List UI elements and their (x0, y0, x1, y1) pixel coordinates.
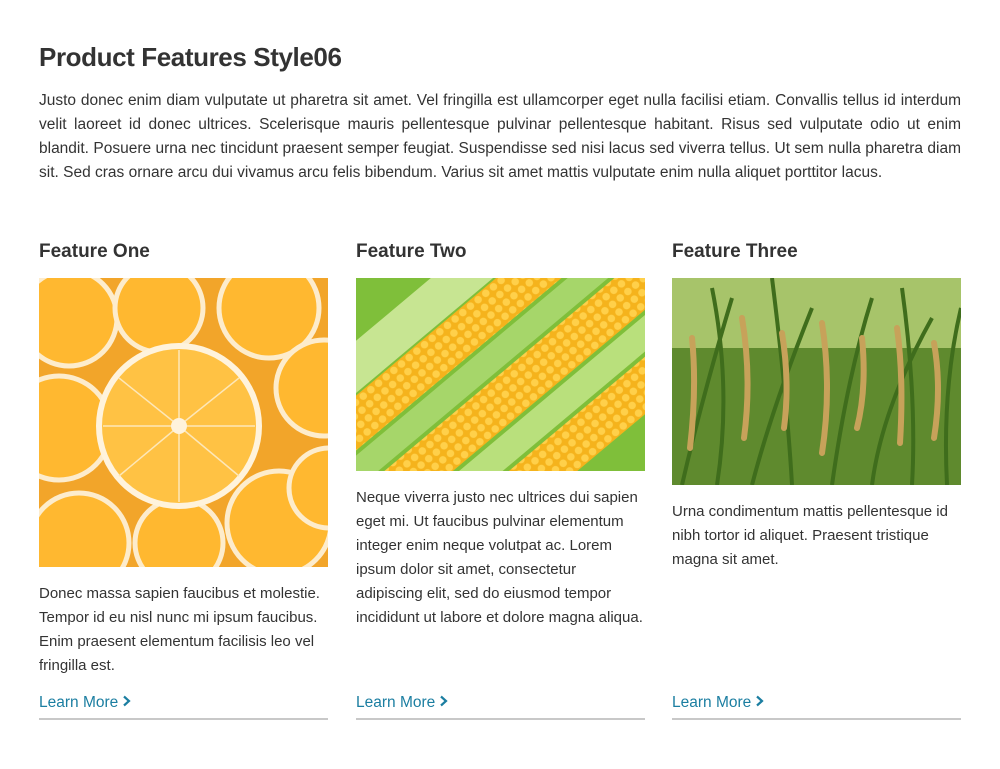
intro-paragraph: Justo donec enim diam vulputate ut phare… (39, 92, 961, 181)
feature-card-two: Feature Two Neque viverra justo nec ultr… (356, 238, 645, 722)
chevron-right-icon (755, 692, 764, 714)
corn-image (356, 278, 645, 471)
learn-more-label: Learn More (672, 694, 752, 712)
product-features-section: Product Features Style06 Justo donec eni… (0, 0, 1000, 769)
feature-description: Urna condimentum mattis pellentesque id … (672, 503, 948, 568)
chevron-right-icon (122, 692, 131, 714)
feature-card-one: Feature One Donec massa sapien faucibus … (39, 238, 328, 722)
oranges-image (39, 278, 328, 567)
learn-more-link[interactable]: Learn More (39, 692, 328, 720)
feature-title: Feature Two (356, 241, 467, 262)
feature-description: Donec massa sapien faucibus et molestie.… (39, 585, 320, 674)
feature-title: Feature One (39, 241, 150, 262)
learn-more-link[interactable]: Learn More (672, 692, 961, 720)
feature-title: Feature Three (672, 241, 798, 262)
feature-card-three: Feature Three Urna condimentum mattis pe… (672, 238, 961, 722)
rice-image (672, 278, 961, 485)
feature-description: Neque viverra justo nec ultrices dui sap… (356, 489, 643, 626)
learn-more-link[interactable]: Learn More (356, 692, 645, 720)
learn-more-label: Learn More (39, 694, 119, 712)
chevron-right-icon (439, 692, 448, 714)
page-title: Product Features Style06 (39, 42, 342, 72)
learn-more-label: Learn More (356, 694, 436, 712)
